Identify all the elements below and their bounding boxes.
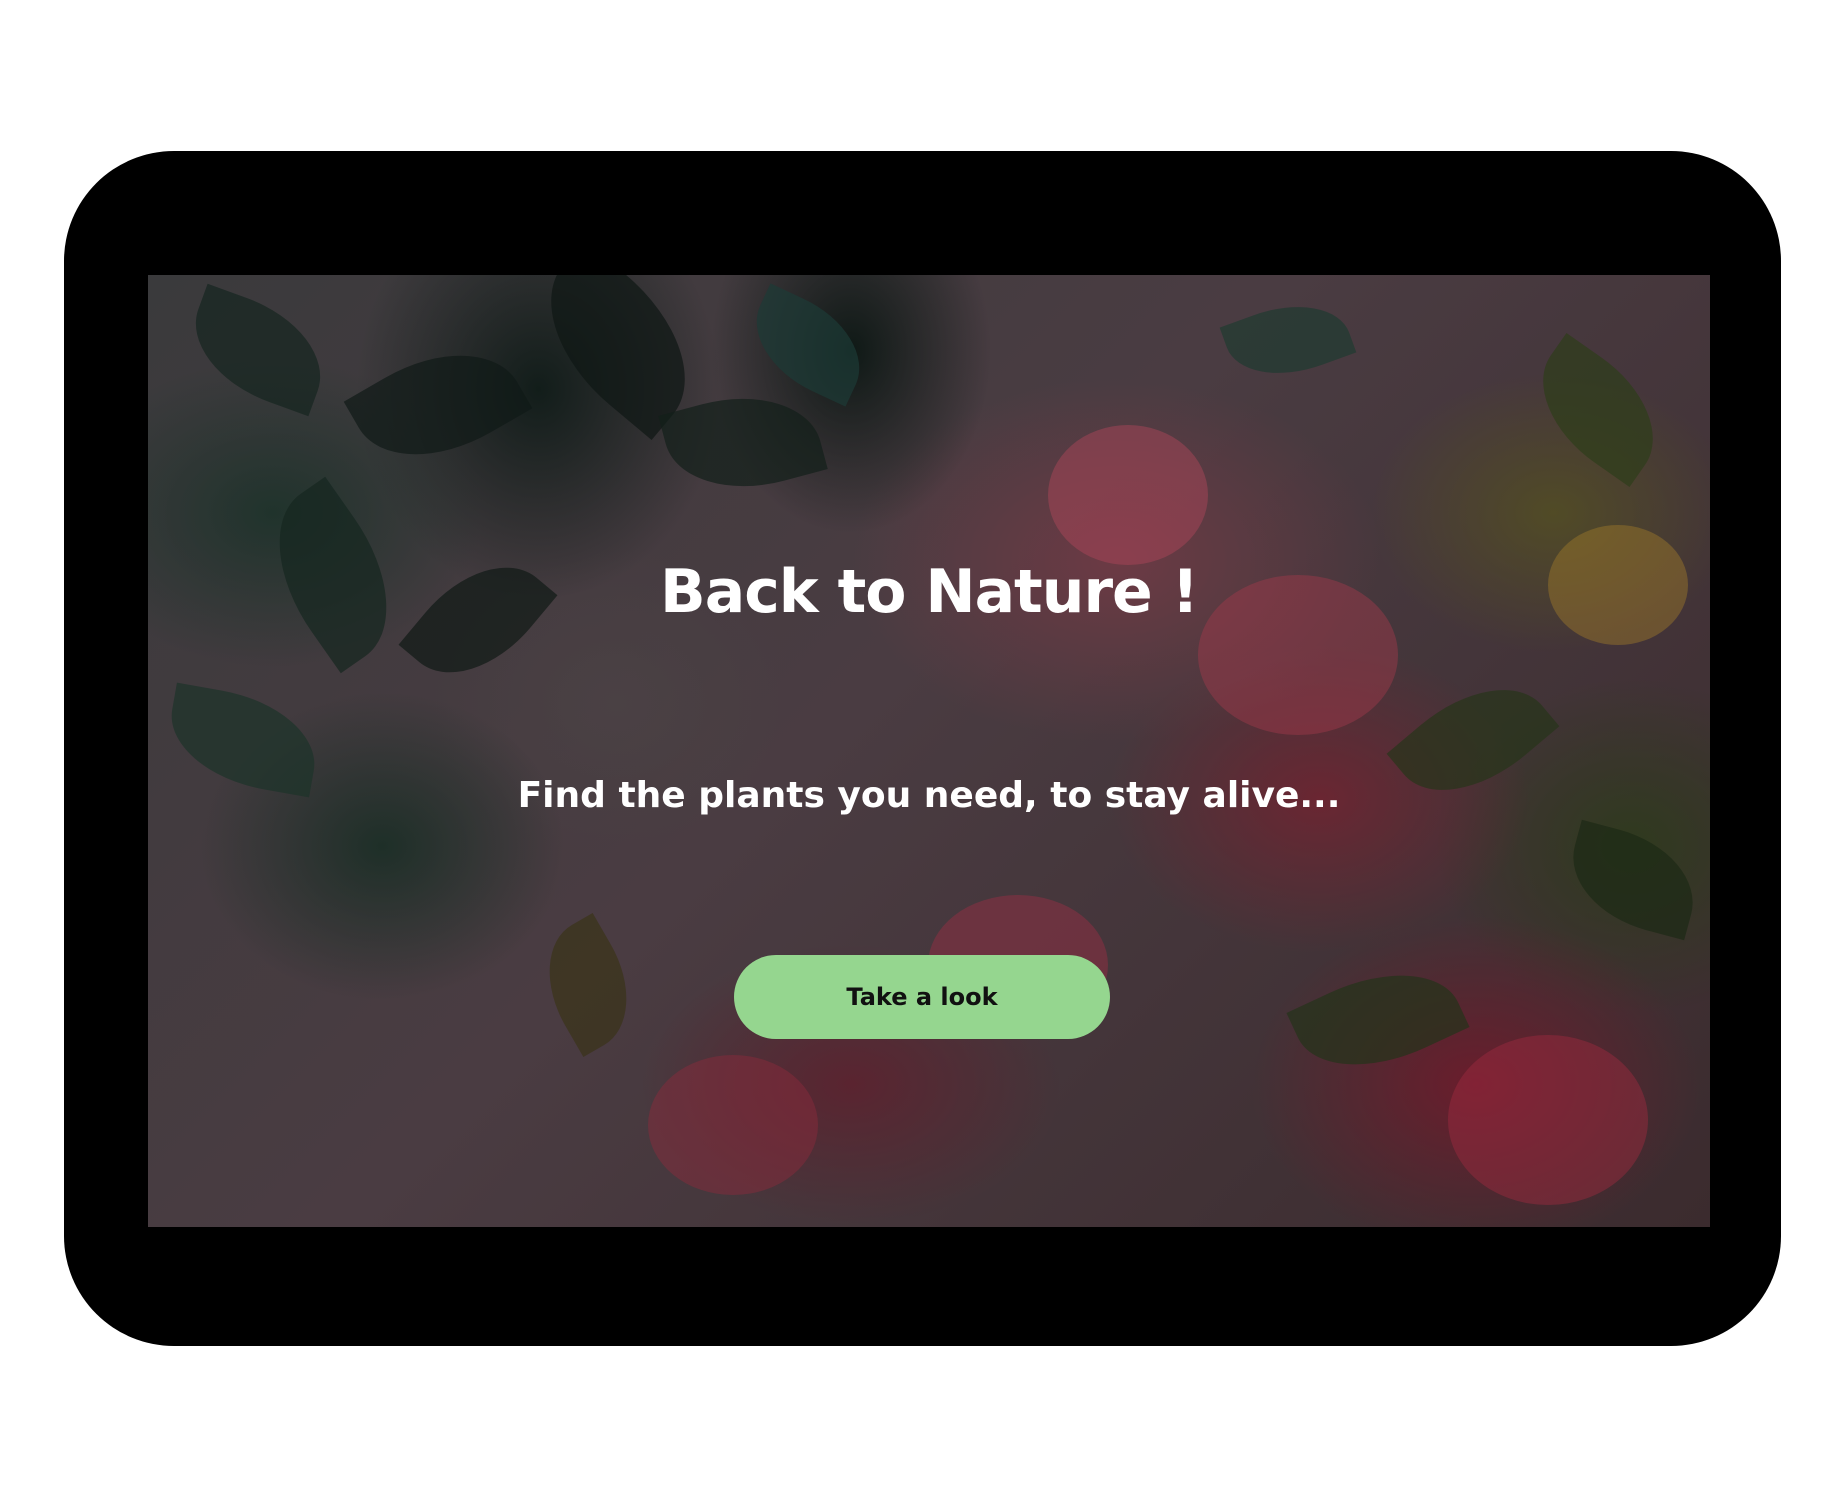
take-a-look-button[interactable]: Take a look (734, 955, 1110, 1039)
hero-subtitle: Find the plants you need, to stay alive.… (517, 775, 1341, 816)
device-frame: Back to Nature ! Find the plants you nee… (64, 151, 1781, 1346)
hero-section: Back to Nature ! Find the plants you nee… (148, 275, 1710, 1227)
hero-background-image: Back to Nature ! Find the plants you nee… (148, 275, 1710, 1227)
hero-title: Back to Nature ! (659, 557, 1199, 627)
